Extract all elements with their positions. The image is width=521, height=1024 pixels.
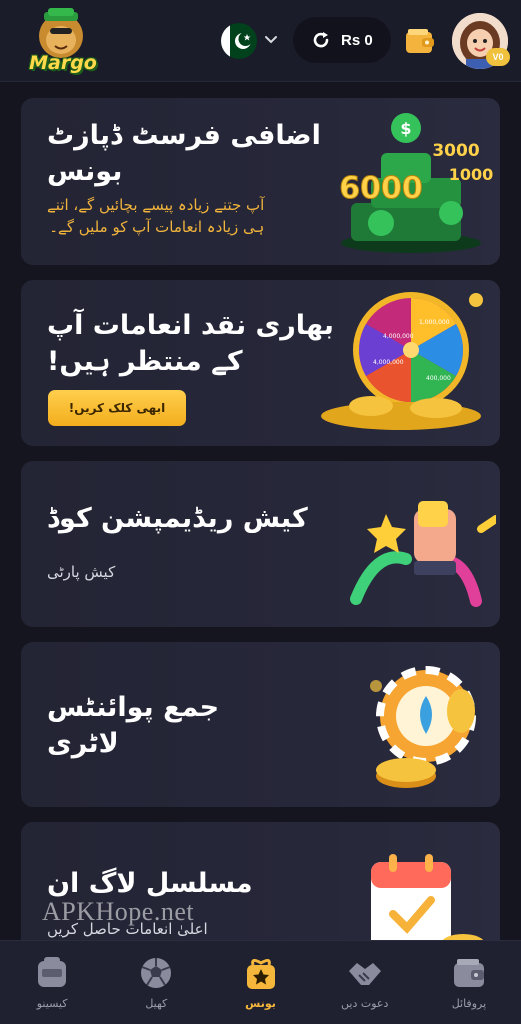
refresh-icon[interactable]: [311, 30, 331, 50]
casino-icon: [38, 957, 67, 987]
card-subtitle-line-1: آپ جتنے زیادہ پیسے بچائیں گے، اتنے: [47, 196, 265, 214]
card-subtitle-line-2: ہی زیادہ انعامات آپ کو ملیں گے۔: [49, 218, 265, 236]
card-title: اضافی فرسٹ ڈپازٹ بونس: [47, 118, 321, 190]
balance-amount: Rs 0: [341, 31, 373, 49]
first-deposit-bonus-card[interactable]: اضافی فرسٹ ڈپازٹ بونس آپ جتنے زیادہ پیسے…: [21, 98, 500, 265]
card-title-line-1: اضافی فرسٹ ڈپازٹ: [47, 120, 321, 151]
wallet-profile-icon: [453, 959, 484, 987]
handshake-icon: [348, 963, 381, 985]
wallet-icon[interactable]: [404, 27, 436, 55]
nav-item-bonus[interactable]: بونس: [208, 941, 312, 1024]
card-subtitle: کیش پارٹی: [47, 563, 116, 581]
nav-label-sports: کھیل: [145, 997, 168, 1010]
vip-badge: V0: [486, 48, 510, 66]
nav-item-invite[interactable]: دعوت دیں: [313, 941, 417, 1024]
nav-label-bonus: بونس: [245, 997, 276, 1010]
nav-item-sports[interactable]: کھیل: [104, 941, 208, 1024]
card-title-line-2: بونس: [47, 156, 123, 187]
card-title: بھاری نقد انعامات آپ کے منتظر ہیں!: [47, 308, 334, 380]
wheel-label-2: 1,000,000: [419, 319, 450, 326]
nav-item-profile[interactable]: پروفائل: [417, 941, 521, 1024]
margo-logo[interactable]: Margo: [18, 6, 104, 78]
art-number-1000: 1000: [449, 165, 494, 184]
bottom-navigation: کیسینو کھیل بونس دعوت دیں پروفائل: [0, 940, 521, 1024]
cash-stack-illustration: $ 6000 3000 1000: [339, 113, 494, 253]
card-subtitle: آپ جتنے زیادہ پیسے بچائیں گے، اتنے ہی زی…: [47, 194, 264, 238]
pakistan-flag-icon[interactable]: [221, 23, 257, 59]
cash-rewards-card[interactable]: بھاری نقد انعامات آپ کے منتظر ہیں! ابھی …: [21, 280, 500, 446]
balance-pill[interactable]: Rs 0: [293, 17, 391, 63]
prize-wheel-illustration: 4,000,000 1,000,000 4,000,000 400,000: [321, 292, 483, 430]
nav-label-profile: پروفائل: [451, 997, 487, 1010]
card-title: جمع پوائنٹس لاٹری: [47, 690, 219, 762]
wheel-label-4: 400,000: [426, 375, 451, 382]
points-lottery-card[interactable]: جمع پوائنٹس لاٹری: [21, 642, 500, 807]
wheel-label-3: 4,000,000: [373, 359, 404, 366]
card-title-line-2: کے منتظر ہیں!: [47, 346, 243, 377]
card-title: کیش ریڈیمپشن کوڈ: [47, 503, 308, 534]
art-number-6000: 6000: [339, 171, 423, 206]
football-icon: [141, 958, 172, 988]
chevron-down-icon[interactable]: [263, 31, 279, 47]
card-title-line-1: جمع پوائنٹس: [47, 692, 220, 723]
nav-label-invite: دعوت دیں: [341, 997, 389, 1010]
bonus-gift-icon: [246, 958, 275, 989]
watermark-text: APKHope.net: [42, 897, 195, 926]
party-hand-illustration: [350, 501, 496, 607]
nav-item-casino[interactable]: کیسینو: [0, 941, 104, 1024]
art-number-3000: 3000: [432, 141, 479, 161]
svg-text:$: $: [400, 119, 411, 138]
card-title-line-2: لاٹری: [47, 728, 119, 759]
wheel-label-1: 4,000,000: [383, 333, 414, 340]
logo-text: Margo: [29, 52, 97, 74]
card-title-line-1: بھاری نقد انعامات آپ: [47, 310, 334, 341]
lottery-chip-illustration: [370, 666, 476, 788]
cash-redemption-code-card[interactable]: کیش ریڈیمپشن کوڈ کیش پارٹی: [21, 461, 500, 627]
nav-label-casino: کیسینو: [36, 997, 68, 1010]
click-now-button[interactable]: ابھی کلک کریں!: [48, 390, 186, 426]
top-header: Margo Rs 0 V0: [0, 0, 521, 82]
